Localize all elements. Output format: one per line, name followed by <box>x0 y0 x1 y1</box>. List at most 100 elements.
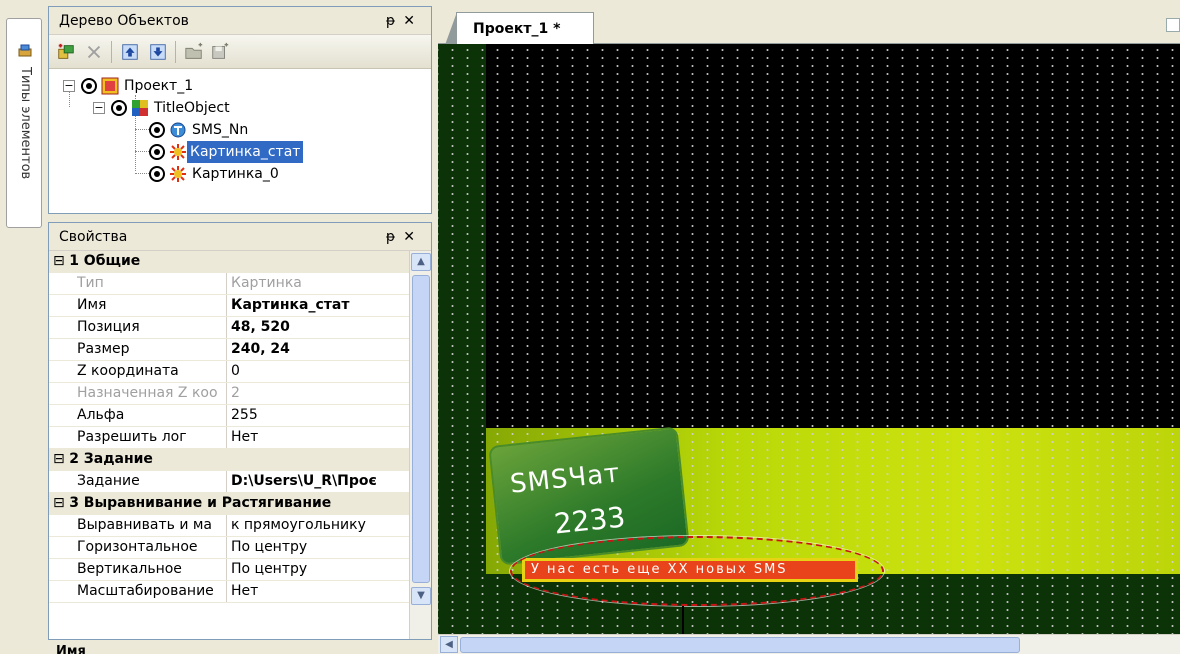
property-value[interactable]: 240, 24 <box>227 339 409 360</box>
visibility-eye-icon[interactable] <box>111 100 127 116</box>
property-value[interactable]: к прямоугольнику <box>227 515 409 536</box>
toolbar-separator <box>175 41 176 63</box>
category-label: 2 Задание <box>49 449 409 470</box>
callout-pointer <box>682 606 684 634</box>
property-row[interactable]: Масштабирование Нет <box>49 581 409 603</box>
property-name: Тип <box>49 273 227 294</box>
property-name: Альфа <box>49 405 227 426</box>
property-row[interactable]: Тип Картинка <box>49 273 409 295</box>
tree-node-project[interactable]: − Проект_1 <box>49 75 349 97</box>
scroll-thumb[interactable] <box>412 275 430 583</box>
scroll-left-icon[interactable]: ◀ <box>440 636 458 653</box>
property-row[interactable]: Альфа 255 <box>49 405 409 427</box>
pin-icon[interactable]: ᵽ <box>386 13 403 29</box>
property-name: Z координата <box>49 361 227 382</box>
collapse-toggle[interactable]: − <box>63 80 75 92</box>
property-category[interactable]: 3 Выравнивание и Растягивание <box>49 493 409 515</box>
property-name: Назначенная Z коо <box>49 383 227 404</box>
add-object-icon[interactable] <box>55 41 77 63</box>
category-label: 1 Общие <box>49 251 409 272</box>
props-scrollbar[interactable]: ▲ ▼ <box>409 251 431 639</box>
property-row[interactable]: Имя Картинка_стат <box>49 295 409 317</box>
close-icon[interactable]: ✕ <box>403 13 423 29</box>
property-grid: 1 ОбщиеТипКартинкаИмяКартинка_статПозици… <box>49 251 409 603</box>
scroll-down-icon[interactable]: ▼ <box>411 587 431 605</box>
tree-node-kartinka-0[interactable]: Картинка_0 <box>49 163 349 185</box>
property-name: Вертикальное <box>49 559 227 580</box>
property-value[interactable]: По центру <box>227 537 409 558</box>
open-folder-icon[interactable] <box>183 41 205 63</box>
project-icon <box>101 77 119 95</box>
property-row[interactable]: Вертикальное По центру <box>49 559 409 581</box>
scroll-up-icon[interactable]: ▲ <box>411 253 431 271</box>
category-label: 3 Выравнивание и Растягивание <box>49 493 409 514</box>
move-down-icon[interactable] <box>147 41 169 63</box>
title-object-icon <box>132 100 148 116</box>
property-row[interactable]: Позиция 48, 520 <box>49 317 409 339</box>
toolbar-separator <box>111 41 112 63</box>
pin-icon[interactable]: ᵽ <box>386 229 403 245</box>
tree-panel-title: Дерево Объектов <box>59 13 189 29</box>
property-category[interactable]: 1 Общие <box>49 251 409 273</box>
close-icon[interactable]: ✕ <box>403 229 423 245</box>
property-value[interactable]: 48, 520 <box>227 317 409 338</box>
property-name: Масштабирование <box>49 581 227 602</box>
props-panel-title: Свойства <box>59 229 128 245</box>
tree-node-label: Картинка_0 <box>192 166 279 182</box>
tree-panel-header: Дерево Объектов ᵽ✕ <box>49 7 431 35</box>
tree-node-label: Проект_1 <box>124 78 194 94</box>
property-value[interactable]: Нет <box>227 581 409 602</box>
property-name: Задание <box>49 471 227 492</box>
property-category[interactable]: 2 Задание <box>49 449 409 471</box>
visibility-eye-icon[interactable] <box>149 122 165 138</box>
visibility-eye-icon[interactable] <box>149 166 165 182</box>
property-row[interactable]: Размер 240, 24 <box>49 339 409 361</box>
tree-node-titleobject[interactable]: − TitleObject <box>49 97 349 119</box>
property-row[interactable]: Задание D:\Users\U_R\Проє <box>49 471 409 493</box>
property-value: Картинка <box>231 275 302 291</box>
object-tree-panel: Дерево Объектов ᵽ✕ − Проект_1 − TitleObj… <box>48 6 432 214</box>
document-area: Проект_1 * SMSЧат 2233 У нас есть еще XX… <box>438 0 1180 654</box>
property-name: Позиция <box>49 317 227 338</box>
property-row[interactable]: Назначенная Z коо 2 <box>49 383 409 405</box>
delete-icon[interactable] <box>83 41 105 63</box>
property-value[interactable]: Картинка_стат <box>227 295 409 316</box>
property-name: Разрешить лог <box>49 427 227 448</box>
object-tree: − Проект_1 − TitleObject SMS_Nn Картинка… <box>49 69 431 213</box>
tab-project-1[interactable]: Проект_1 * <box>445 12 594 45</box>
property-row[interactable]: Z координата 0 <box>49 361 409 383</box>
tree-node-label: SMS_Nn <box>192 122 249 138</box>
property-name: Имя <box>49 295 227 316</box>
property-description-title: Имя <box>56 644 86 654</box>
visibility-eye-icon[interactable] <box>81 78 97 94</box>
scroll-thumb[interactable] <box>460 637 1020 653</box>
property-value: 2 <box>231 385 240 401</box>
property-value[interactable]: 0 <box>227 361 409 382</box>
document-tab-strip: Проект_1 * <box>438 8 1180 45</box>
design-canvas[interactable]: SMSЧат 2233 У нас есть еще XX новых SMS <box>438 44 1180 634</box>
collapse-toggle[interactable]: − <box>93 102 105 114</box>
visibility-eye-icon[interactable] <box>149 144 165 160</box>
save-icon[interactable] <box>209 41 231 63</box>
tree-node-kartinka-stat[interactable]: Картинка_стат <box>49 141 349 163</box>
toolbox-tab[interactable]: Типы элементов <box>6 18 42 228</box>
tab-menu-icon[interactable] <box>1166 18 1180 32</box>
property-value[interactable]: Нет <box>227 427 409 448</box>
property-value[interactable]: 255 <box>227 405 409 426</box>
horizontal-scrollbar[interactable]: ◀ <box>438 634 1180 654</box>
tree-node-label: TitleObject <box>154 100 230 116</box>
properties-panel: Свойства ᵽ✕ 1 ОбщиеТипКартинкаИмяКартинк… <box>48 222 432 640</box>
property-name: Горизонтальное <box>49 537 227 558</box>
property-row[interactable]: Разрешить лог Нет <box>49 427 409 449</box>
property-row[interactable]: Горизонтальное По центру <box>49 537 409 559</box>
tree-node-label: Картинка_стат <box>187 141 304 163</box>
props-panel-header: Свойства ᵽ✕ <box>49 223 431 251</box>
tree-toolbar <box>49 35 431 69</box>
picture-object-icon <box>170 166 186 182</box>
tree-node-sms-nn[interactable]: SMS_Nn <box>49 119 349 141</box>
toolbox-tab-label: Типы элементов <box>18 67 33 180</box>
property-value[interactable]: D:\Users\U_R\Проє <box>227 471 409 492</box>
move-up-icon[interactable] <box>119 41 141 63</box>
property-value[interactable]: По центру <box>227 559 409 580</box>
property-row[interactable]: Выравнивать и ма к прямоугольнику <box>49 515 409 537</box>
